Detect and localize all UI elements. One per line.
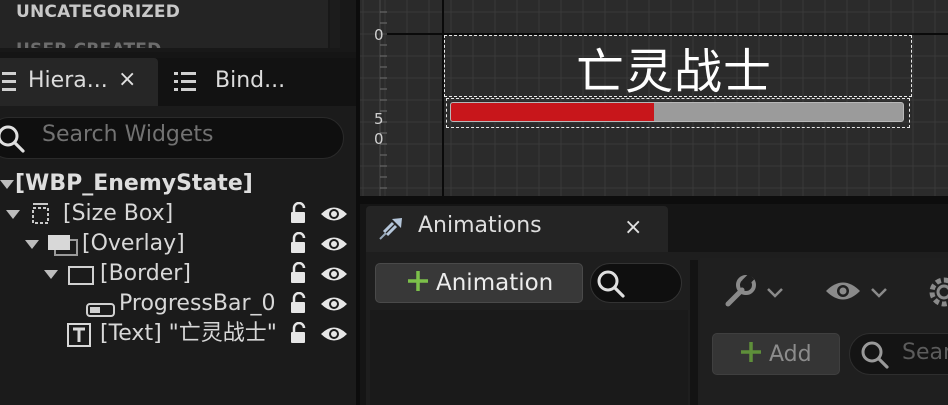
search-icon: [0, 124, 26, 158]
palette-category-user-created[interactable]: USER CREATED: [16, 40, 161, 48]
expand-arrow-icon[interactable]: [25, 240, 39, 249]
tree-row-label: [Border]: [100, 261, 191, 286]
animations-close-icon[interactable]: ×: [624, 215, 642, 240]
eye-visibility-icon[interactable]: [320, 294, 348, 318]
tree-row-label: ProgressBar_0: [119, 291, 276, 316]
ruler-label: 5: [374, 110, 384, 128]
lock-icon[interactable]: [288, 201, 310, 228]
tab-hierarchy[interactable]: Hiera... ×: [0, 58, 158, 106]
animations-list[interactable]: [370, 310, 688, 405]
expand-arrow-icon[interactable]: [0, 180, 14, 189]
chevron-down-icon[interactable]: [870, 284, 888, 303]
ruler-label: 0: [374, 130, 384, 148]
progress-bar-fill: [451, 103, 655, 121]
text-widget-icon: [67, 323, 91, 356]
add-animation-label: Animation: [436, 270, 554, 296]
ruler-label: 0: [374, 26, 384, 44]
tree-root-label: [WBP_EnemyState]: [15, 171, 253, 196]
gear-icon[interactable]: [926, 274, 948, 314]
tree-row-label: [Overlay]: [82, 231, 185, 256]
plus-icon: [739, 340, 763, 368]
bind-widgets-list-icon: [174, 71, 196, 97]
panel-splitter-horizontal[interactable]: [360, 196, 948, 204]
animations-scrollbar[interactable]: [690, 260, 698, 405]
progress-bar-preview: [450, 102, 904, 122]
plus-icon: [406, 269, 430, 297]
search-icon: [860, 340, 890, 374]
eye-visibility-icon[interactable]: [824, 278, 862, 308]
add-animation-button[interactable]: Animation: [375, 263, 583, 303]
eye-visibility-icon[interactable]: [320, 264, 348, 288]
tree-row-label: [Text] "亡灵战士": [100, 321, 277, 346]
eye-visibility-icon[interactable]: [320, 204, 348, 228]
lock-icon[interactable]: [288, 291, 310, 318]
tab-hierarchy-label: Hiera...: [28, 68, 108, 93]
tab-hierarchy-close-icon[interactable]: ×: [118, 67, 136, 92]
details-search-placeholder: Sear: [902, 340, 948, 365]
animations-tab-label: Animations: [418, 213, 542, 238]
wrench-icon[interactable]: [722, 273, 758, 314]
lock-icon[interactable]: [288, 231, 310, 258]
tab-bind-widgets-label: Bind...: [215, 68, 286, 93]
eye-visibility-icon[interactable]: [320, 324, 348, 348]
palette-category-uncategorized[interactable]: UNCATEGORIZED: [16, 2, 180, 22]
search-icon: [596, 269, 626, 303]
lock-icon[interactable]: [288, 321, 310, 348]
lock-icon[interactable]: [288, 261, 310, 288]
chevron-down-icon[interactable]: [766, 284, 784, 303]
widget-text-preview: 亡灵战士: [576, 44, 773, 100]
palette-category-list[interactable]: UNCATEGORIZED USER CREATED: [0, 0, 328, 48]
palette-scrollbar[interactable]: [330, 0, 340, 48]
eye-visibility-icon[interactable]: [320, 234, 348, 258]
animation-pin-icon: [378, 215, 406, 245]
expand-arrow-icon[interactable]: [44, 270, 58, 279]
add-button-label: Add: [769, 341, 812, 367]
tab-bind-widgets[interactable]: Bind...: [162, 58, 352, 106]
search-widgets-placeholder: Search Widgets: [42, 122, 214, 147]
add-button[interactable]: Add: [712, 333, 840, 375]
hierarchy-list-icon: [0, 71, 16, 97]
tree-row-label: [Size Box]: [63, 201, 174, 226]
expand-arrow-icon[interactable]: [6, 210, 20, 219]
